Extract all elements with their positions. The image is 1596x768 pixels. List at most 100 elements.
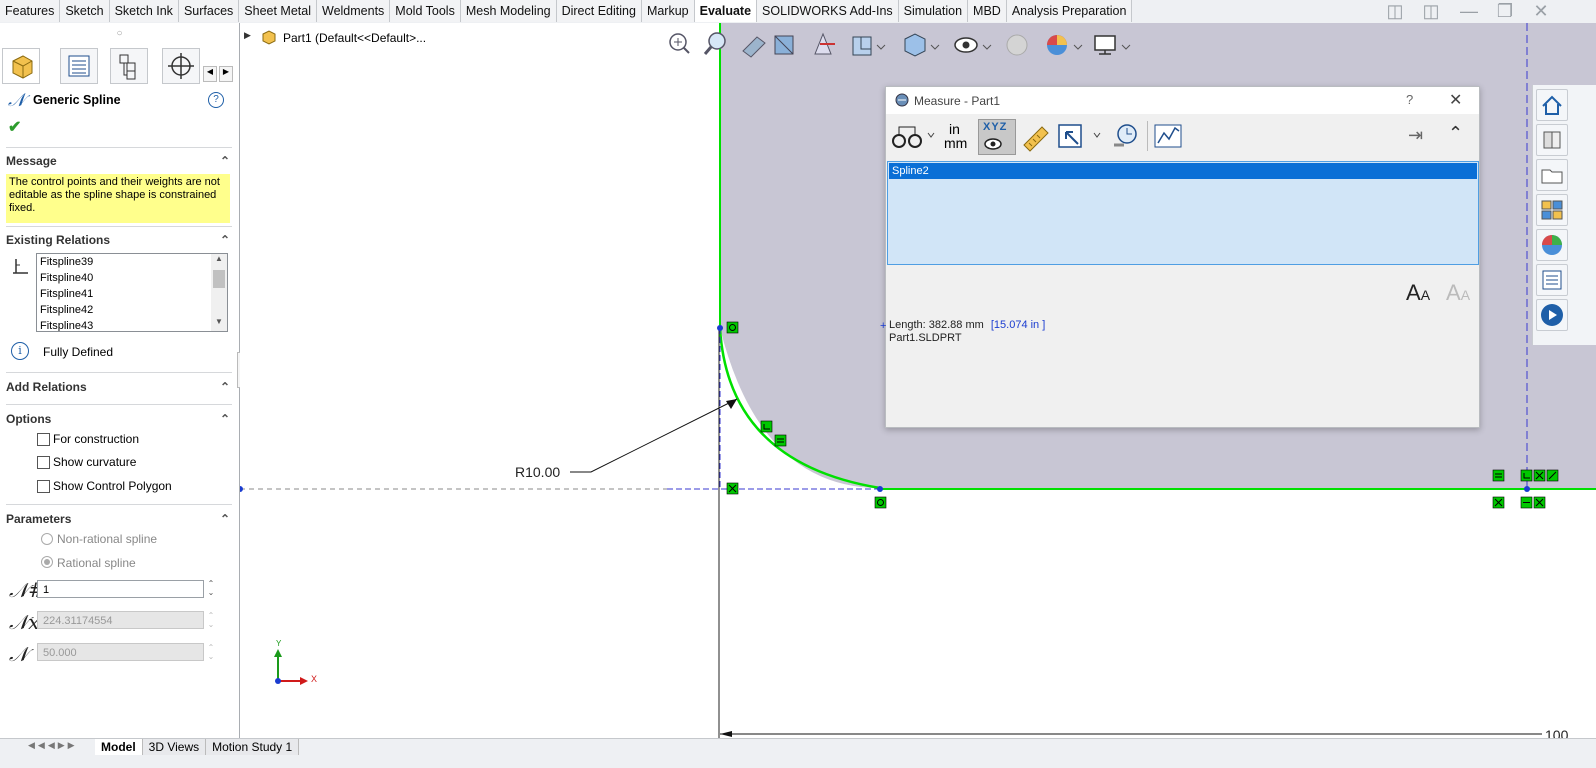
configurationmanager-tab-icon[interactable] — [110, 48, 148, 84]
tile-left-icon[interactable]: ◫ — [1377, 0, 1413, 23]
show-xyz-measurements-button[interactable]: XYZ — [978, 119, 1016, 155]
appearances-icon[interactable] — [1536, 229, 1568, 261]
measurement-history-icon[interactable] — [1110, 119, 1140, 153]
tab-markup[interactable]: Markup — [641, 0, 695, 22]
bottom-tab-motion-study-1[interactable]: Motion Study 1 — [206, 739, 300, 755]
increase-font-icon[interactable]: AA — [1406, 280, 1430, 306]
panel-grip[interactable]: ○ — [0, 23, 239, 45]
tab-scroll-left-icon[interactable]: ◀ — [203, 66, 217, 82]
previous-view-icon[interactable] — [742, 36, 766, 58]
feature-tree-root[interactable]: Part1 (Default<<Default>... — [283, 31, 426, 45]
scroll-up-icon[interactable]: ▲ — [211, 254, 227, 268]
display-style-icon[interactable] — [904, 33, 940, 57]
home-icon[interactable] — [1536, 89, 1568, 121]
relations-scrollbar[interactable]: ▲ ▼ — [211, 254, 227, 331]
relations-list[interactable]: Fitspline39 Fitspline40 Fitspline41 Fitspli… — [36, 253, 228, 332]
fixed-relation-icon[interactable] — [1520, 469, 1533, 482]
tab-simulation[interactable]: Simulation — [898, 0, 969, 22]
collapse-dialog-icon[interactable]: ⌃ — [1448, 123, 1463, 144]
close-icon[interactable]: ✕ — [1523, 0, 1559, 23]
show-control-polygon-checkbox[interactable] — [37, 480, 50, 493]
for-construction-checkbox[interactable] — [37, 433, 50, 446]
relation-item[interactable]: Fitspline41 — [37, 286, 227, 302]
tab-mbd[interactable]: MBD — [968, 0, 1007, 22]
message-section-header[interactable]: Message ⌃ — [6, 154, 232, 174]
tab-weldments[interactable]: Weldments — [317, 0, 391, 22]
minimize-icon[interactable]: — — [1451, 0, 1487, 23]
dimxpert-tab-icon[interactable] — [162, 48, 200, 84]
degree-input[interactable]: 1 — [37, 580, 204, 598]
degree-spinner[interactable]: ⌃ ⌄ — [205, 579, 217, 599]
file-explorer-icon[interactable] — [1536, 159, 1568, 191]
tab-mesh-modeling[interactable]: Mesh Modeling — [460, 0, 557, 22]
ok-checkmark-button[interactable]: ✔ — [8, 117, 21, 137]
options-header[interactable]: Options ⌃ — [6, 412, 232, 432]
tab-scroll-right-icon[interactable]: ▶ — [219, 66, 233, 82]
tab-sheet-metal[interactable]: Sheet Metal — [239, 0, 317, 22]
featuremanager-tab-icon[interactable] — [2, 48, 40, 84]
projected-on-icon[interactable] — [1056, 119, 1102, 153]
view-palette-icon[interactable] — [1536, 194, 1568, 226]
help-button[interactable]: ? — [208, 92, 224, 108]
apply-scene-icon[interactable] — [1047, 35, 1083, 55]
tangent-relation-icon[interactable] — [874, 496, 887, 509]
zoom-area-icon[interactable] — [703, 32, 726, 55]
arc-circle-measurements-icon[interactable] — [890, 119, 936, 153]
tab-sketch[interactable]: Sketch — [60, 0, 110, 22]
spline-endpoint[interactable] — [877, 486, 883, 492]
section-view-icon[interactable] — [774, 35, 794, 55]
non-rational-radio[interactable] — [41, 533, 53, 545]
solidworks-resources-icon[interactable] — [1536, 299, 1568, 331]
origin-point[interactable] — [240, 486, 243, 492]
scroll-thumb[interactable] — [213, 270, 225, 288]
tab-analysis-preparation[interactable]: Analysis Preparation — [1006, 0, 1133, 22]
merge-relation-icon[interactable] — [1533, 469, 1546, 482]
pin-dialog-icon[interactable]: ⇥ — [1408, 125, 1423, 146]
measure-help-button[interactable]: ? — [1406, 92, 1413, 107]
tab-evaluate[interactable]: Evaluate — [694, 0, 758, 22]
merge-relation-icon[interactable] — [726, 482, 739, 495]
view-settings-icon[interactable] — [1094, 35, 1131, 55]
existing-relations-header[interactable]: Existing Relations ⌃ — [6, 233, 232, 253]
design-library-icon[interactable] — [1536, 124, 1568, 156]
zoom-to-fit-icon[interactable] — [669, 33, 690, 54]
parameters-header[interactable]: Parameters ⌃ — [6, 512, 232, 532]
rational-radio[interactable] — [41, 556, 53, 568]
equal-relation-icon[interactable] — [774, 434, 787, 447]
tab-direct-editing[interactable]: Direct Editing — [556, 0, 642, 22]
spline-endpoint[interactable] — [717, 325, 723, 331]
restore-icon[interactable]: ❐ — [1487, 0, 1523, 23]
point-to-point-icon[interactable] — [1020, 119, 1050, 153]
collapse-chevron-icon[interactable]: ⌃ — [220, 512, 230, 526]
view-orientation-icon[interactable] — [852, 36, 886, 56]
tile-right-icon[interactable]: ◫ — [1413, 0, 1449, 23]
propertymanager-tab-icon[interactable] — [60, 48, 98, 84]
selection-list[interactable]: Spline2 — [887, 161, 1479, 265]
horizontal-relation-icon[interactable] — [1520, 496, 1533, 509]
edit-appearance-icon[interactable] — [1006, 34, 1028, 56]
radius-dimension-label[interactable]: R10.00 — [515, 464, 560, 480]
measure-title-bar[interactable]: Measure - Part1 ? ✕ — [886, 87, 1479, 114]
measure-close-button[interactable]: ✕ — [1449, 90, 1462, 110]
bottom-tab-3d-views[interactable]: 3D Views — [142, 739, 207, 755]
tab-mold-tools[interactable]: Mold Tools — [390, 0, 461, 22]
relation-item[interactable]: Fitspline40 — [37, 270, 227, 286]
equal-relation-icon[interactable] — [1492, 469, 1505, 482]
collapse-chevron-icon[interactable]: ⌃ — [220, 154, 230, 168]
hide-show-items-icon[interactable] — [954, 37, 992, 53]
relation-item[interactable]: Fitspline43 — [37, 318, 227, 331]
dynamic-annotation-icon[interactable] — [814, 32, 835, 55]
units-precision-button[interactable]: in mm — [943, 119, 973, 153]
relation-item[interactable]: Fitspline39 — [37, 254, 227, 270]
create-sensor-icon[interactable] — [1153, 119, 1183, 153]
add-relations-header[interactable]: Add Relations ⌃ — [6, 380, 232, 400]
tree-expand-icon[interactable]: ▶ — [244, 30, 251, 41]
tab-surfaces[interactable]: Surfaces — [178, 0, 240, 22]
collapse-chevron-icon[interactable]: ⌃ — [220, 412, 230, 426]
fixed-relation-icon[interactable] — [760, 420, 773, 433]
tab-features[interactable]: Features — [0, 0, 61, 22]
tab-sketch-ink[interactable]: Sketch Ink — [109, 0, 179, 22]
collapse-chevron-icon[interactable]: ⌃ — [220, 380, 230, 394]
scroll-down-icon[interactable]: ▼ — [211, 317, 227, 331]
parallel-relation-icon[interactable] — [1546, 469, 1559, 482]
